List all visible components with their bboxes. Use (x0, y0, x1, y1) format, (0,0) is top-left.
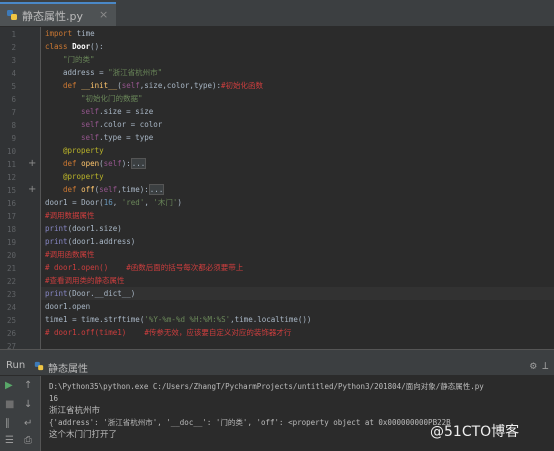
code-line: def off(self,time):... (63, 184, 165, 195)
run-label: Run (6, 360, 26, 371)
line-number: 11 (6, 160, 16, 169)
minimize-icon[interactable]: ⊥ (542, 359, 549, 372)
code-line: print(door1.address) (45, 237, 136, 246)
line-number: 8 (11, 121, 16, 130)
code-line: self.type = type (81, 133, 154, 142)
code-line: #调用数据属性 (45, 211, 95, 220)
layout-icon[interactable]: ☰ (5, 435, 14, 446)
editor-tab-bar: 静态属性.py × (0, 0, 554, 27)
line-number: 2 (11, 43, 16, 52)
line-number: 25 (6, 316, 16, 325)
code-line: @property (63, 146, 104, 155)
code-line: def __init__(self,size,color,type):#初始化函… (63, 81, 264, 90)
line-number: 21 (6, 264, 16, 273)
code-line: "门的类" (63, 55, 95, 64)
code-line: #查看调用类的静态属性 (45, 276, 125, 285)
line-number: 7 (11, 108, 16, 117)
line-number: 5 (11, 82, 16, 91)
print-icon[interactable]: ⎙ (24, 435, 32, 446)
code-line: door1.open (45, 302, 91, 311)
line-number-gutter: 1 2 3 4 5 6 7 8 9 10 11 + 12 15 + 16 17 … (0, 27, 41, 351)
soft-wrap-icon[interactable]: ↵ (24, 418, 32, 429)
rerun-icon[interactable]: ▶ (5, 380, 13, 391)
code-line: class Door(): (45, 42, 104, 51)
console-output-line: {'address': '浙江省杭州市', '__doc__': '门的类', … (49, 418, 451, 427)
code-line: "初始化门的数据" (81, 94, 143, 103)
line-number: 10 (6, 147, 16, 156)
line-number: 23 (6, 290, 16, 299)
tab-title: 静态属性.py (22, 10, 83, 23)
line-number: 17 (6, 212, 16, 221)
pause-icon[interactable]: ∥ (5, 418, 10, 429)
line-number: 16 (6, 199, 16, 208)
code-line: time1 = time.strftime('%Y-%m-%d %H:%M:%S… (45, 315, 312, 324)
gear-icon[interactable]: ⚙ (530, 359, 537, 372)
line-number: 1 (11, 30, 16, 39)
code-line: self.size = size (81, 107, 154, 116)
code-line: # door1.open() #函数后面的括号每次都必须要带上 (45, 263, 244, 272)
current-code-line: print(Door.__dict__) (41, 287, 554, 300)
code-line: @property (63, 172, 104, 181)
line-number: 22 (6, 277, 16, 286)
panel-splitter[interactable] (0, 349, 554, 357)
code-line: address = "浙江省杭州市" (63, 68, 163, 77)
folded-code: ... (148, 184, 165, 195)
python-file-icon (7, 10, 17, 20)
console-output-line: 16 (49, 394, 59, 403)
close-tab-icon[interactable]: × (99, 8, 108, 21)
watermark: @51CTO博客 (430, 424, 520, 440)
line-number: 26 (6, 329, 16, 338)
line-number: 15 (6, 186, 16, 195)
line-number: 6 (11, 95, 16, 104)
file-tab[interactable]: 静态属性.py × (0, 2, 116, 26)
expand-fold-icon[interactable]: + (28, 158, 36, 169)
stop-icon[interactable]: ■ (5, 399, 14, 410)
line-number: 12 (6, 173, 16, 182)
line-number: 3 (11, 56, 16, 65)
expand-fold-icon[interactable]: + (28, 184, 36, 195)
code-line: #调用函数属性 (45, 250, 95, 259)
code-line: import time (45, 29, 95, 38)
python-file-icon (34, 361, 44, 371)
folded-code: ... (130, 158, 147, 169)
code-line: self.color = color (81, 120, 163, 129)
run-toolbar: ▶ ↑ ■ ↓ ∥ ↵ ☰ ⎙ (0, 376, 41, 451)
code-editor[interactable]: import time class Door(): "门的类" address … (41, 27, 554, 349)
console-output-line: 浙江省杭州市 (49, 406, 101, 416)
line-number: 4 (11, 69, 16, 78)
code-line: # door1.off(time1) #传参无效，应该要自定义对应的装饰器才行 (45, 328, 292, 337)
line-number: 18 (6, 225, 16, 234)
code-line: def open(self):... (63, 158, 147, 169)
line-number: 20 (6, 251, 16, 260)
console-output-line: 这个木门门打开了 (49, 430, 118, 440)
scroll-down-icon[interactable]: ↓ (24, 399, 32, 410)
line-number: 19 (6, 238, 16, 247)
line-number: 24 (6, 303, 16, 312)
line-number: 9 (11, 134, 16, 143)
scroll-up-icon[interactable]: ↑ (24, 380, 32, 391)
code-line: print(door1.size) (45, 224, 122, 233)
run-config-name[interactable]: 静态属性 (48, 360, 88, 375)
run-panel-header: Run 静态属性 ⚙ ⊥ (0, 357, 554, 376)
console-command-line: D:\Python35\python.exe C:/Users/ZhangT/P… (49, 382, 484, 391)
code-line: door1 = Door(16, 'red', '木门') (45, 198, 182, 207)
